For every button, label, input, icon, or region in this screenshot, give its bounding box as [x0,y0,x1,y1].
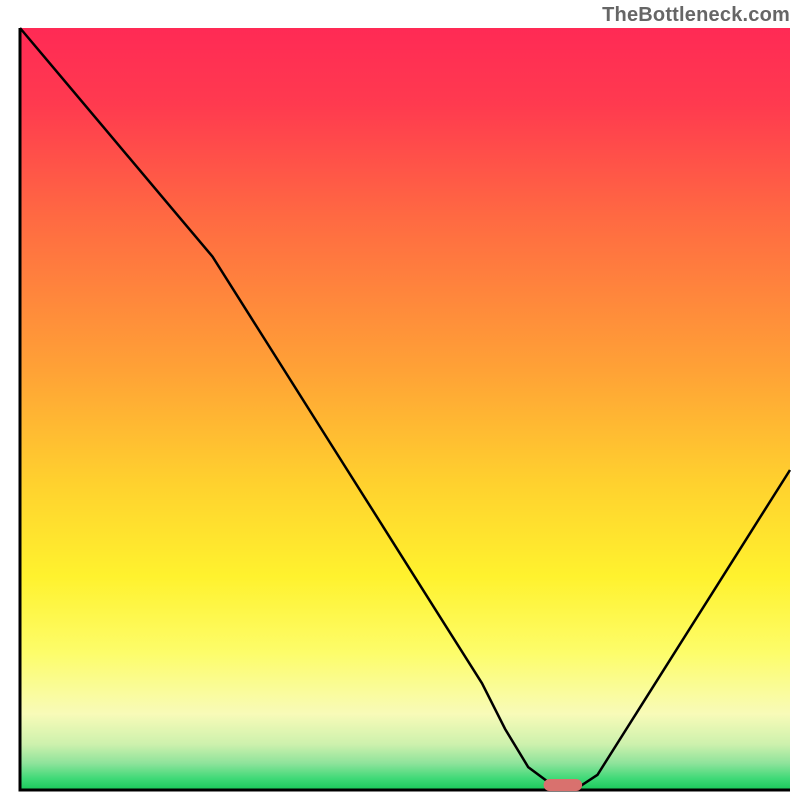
watermark-text: TheBottleneck.com [602,4,790,27]
chart-container: { "watermark": "TheBottleneck.com", "cha… [0,0,800,800]
bottleneck-chart [0,0,800,800]
plot-background [20,28,790,790]
optimal-marker [544,779,583,791]
